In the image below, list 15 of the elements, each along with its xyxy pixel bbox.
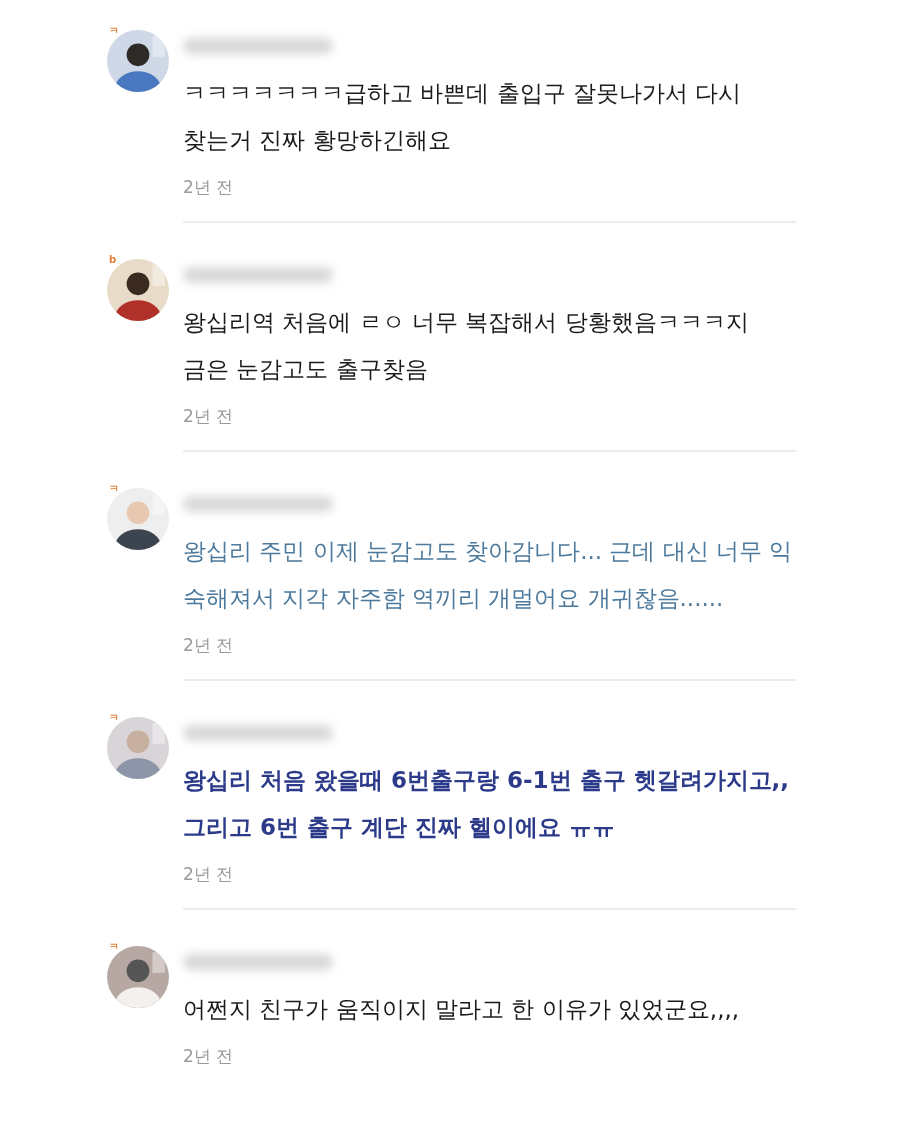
level-label: b [109,255,117,265]
timestamp: 2년 전 [183,634,234,657]
timestamp: 2년 전 [183,176,234,199]
timestamp: 2년 전 [183,863,234,886]
level-label: ㅋ [109,484,119,494]
comment-text: 왕십리 처음 왔을때 6번출구랑 6-1번 출구 헷갈려가지고,, 그리고 6번 출구 계단 진짜 헬이에요 ㅠㅠ [183,766,791,842]
level-label: ㅋ [109,713,119,723]
level-label: ㅋ [109,942,119,952]
level-label: ㅋ [109,26,119,36]
timestamp: 2년 전 [183,1045,234,1068]
timestamp: 2년 전 [183,405,234,428]
comment-text: 왕십리역 처음에 ㄹㅇ 너무 복잡해서 당황했음ㅋㅋㅋ지 금은 눈감고도 출구찾음 [183,308,750,384]
comment-text: 어쩐지 친구가 움직이지 말라고 한 이유가 있었군요,,,, [183,995,741,1024]
comment-text: 왕십리 주민 이제 눈감고도 찾아감니다... 근데 대신 너무 익 숙해져서 지각 자주함 역끼리 개멀어요 개귀찮음...... [183,537,794,613]
comment-text: ㅋㅋㅋㅋㅋㅋㅋ급하고 바쁜데 출입구 잘못나가서 다시 찾는거 진짜 황망하긴해요 [183,79,743,155]
